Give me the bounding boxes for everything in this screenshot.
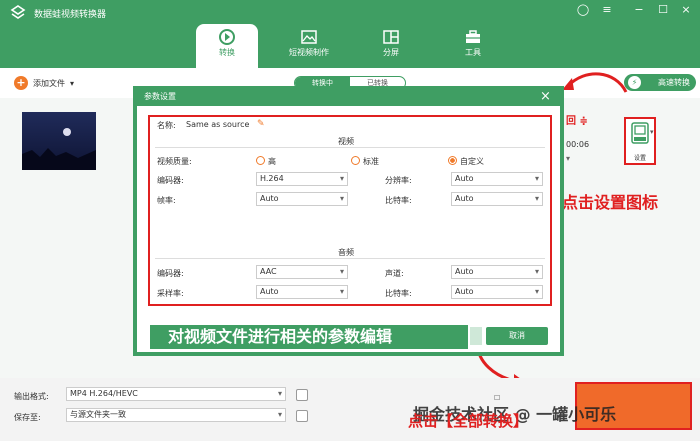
channel-label: 声道:: [385, 269, 404, 278]
chevron-down-icon: ▾: [70, 78, 75, 88]
divider: [155, 258, 545, 259]
resolution-select[interactable]: Auto: [451, 172, 543, 186]
image-icon: [301, 30, 317, 44]
tab-tools[interactable]: 工具: [442, 24, 504, 68]
cancel-button[interactable]: 取消: [486, 327, 548, 345]
output-format-select[interactable]: MP4 H.264/HEVC: [66, 387, 286, 401]
format-settings-icon[interactable]: [296, 389, 308, 401]
fast-convert-label: 高速转换: [658, 78, 690, 87]
quality-label: 视频质量:: [157, 157, 192, 166]
divider: [155, 147, 545, 148]
confirm-button[interactable]: [470, 327, 482, 345]
tab-split-screen-label: 分屏: [383, 48, 399, 57]
annotation-arrow-icon: [562, 72, 628, 93]
video-bitrate-label: 比特率:: [385, 196, 412, 205]
convert-icon: [219, 29, 235, 45]
minimize-icon[interactable]: −: [632, 3, 646, 17]
video-thumbnail[interactable]: [22, 112, 96, 170]
name-value[interactable]: Same as source: [186, 120, 249, 129]
settings-icon[interactable]: [629, 121, 651, 147]
toolbox-icon: [466, 30, 480, 43]
quality-standard-radio[interactable]: [351, 156, 360, 165]
dialog-close-icon[interactable]: ×: [540, 89, 551, 104]
quality-custom-radio[interactable]: [448, 156, 457, 165]
video-encoder-label: 编码器:: [157, 176, 184, 185]
quality-standard-label: 标准: [363, 157, 379, 166]
callout-settings: 点击设置图标: [562, 193, 659, 212]
framerate-select[interactable]: Auto: [256, 192, 348, 206]
plus-icon: +: [14, 76, 28, 90]
quality-high-radio[interactable]: [256, 156, 265, 165]
video-bitrate-select[interactable]: Auto: [451, 192, 543, 206]
video-encoder-select[interactable]: H.264: [256, 172, 348, 186]
settings-label: 设置: [633, 155, 646, 162]
output-format-label: 输出格式:: [14, 392, 49, 401]
tab-tools-label: 工具: [465, 48, 481, 57]
split-screen-icon: [383, 30, 399, 44]
folder-icon[interactable]: [296, 410, 308, 422]
edit-icon[interactable]: ✎: [257, 119, 265, 129]
audio-bitrate-select[interactable]: Auto: [451, 285, 543, 299]
minimize-menu-icon[interactable]: ≡: [600, 3, 614, 17]
close-icon[interactable]: ×: [679, 3, 693, 17]
settings-dropdown-icon[interactable]: ▾: [650, 128, 654, 136]
audio-encoder-label: 编码器:: [157, 269, 184, 278]
channel-select[interactable]: Auto: [451, 265, 543, 279]
name-label: 名称:: [157, 121, 176, 130]
item-format-dropdown-icon[interactable]: ▾: [566, 154, 586, 168]
tab-short-video[interactable]: 短视频制作: [278, 24, 340, 68]
callout-edit-params: 对视频文件进行相关的参数编辑: [150, 325, 468, 349]
audio-section-heading: 音频: [338, 248, 354, 257]
framerate-label: 帧率:: [157, 196, 176, 205]
save-to-select[interactable]: 与源文件夹一致: [66, 408, 286, 422]
add-file-button[interactable]: + 添加文件 ▾: [14, 75, 74, 91]
audio-encoder-select[interactable]: AAC: [256, 265, 348, 279]
resolution-label: 分辨率:: [385, 176, 412, 185]
quality-high-label: 高: [268, 157, 276, 166]
item-actions-icon[interactable]: 回 ≑: [566, 112, 588, 127]
callout-convert-all: 点击【全部转换】: [408, 412, 529, 430]
tab-split-screen[interactable]: 分屏: [360, 24, 422, 68]
add-file-label: 添加文件: [33, 78, 65, 88]
audio-bitrate-label: 比特率:: [385, 289, 412, 298]
output-duration: 00:06: [566, 140, 590, 149]
samplerate-select[interactable]: Auto: [256, 285, 348, 299]
quality-custom-label: 自定义: [460, 157, 484, 166]
thumbnail-image: [22, 128, 96, 170]
tab-convert[interactable]: 转换: [196, 24, 258, 68]
tab-short-video-label: 短视频制作: [289, 48, 329, 57]
save-to-label: 保存至:: [14, 413, 41, 422]
video-section-heading: 视频: [338, 137, 354, 146]
samplerate-label: 采样率:: [157, 289, 184, 298]
fast-convert-button[interactable]: ⚡ 高速转换: [624, 74, 696, 91]
dialog-title: 参数设置: [144, 92, 176, 101]
maximize-icon[interactable]: ☐: [656, 3, 670, 17]
tab-convert-label: 转换: [219, 48, 235, 57]
menu-icon[interactable]: ◯: [576, 3, 590, 17]
app-title: 数据蛙视频转换器: [34, 10, 107, 20]
app-logo-icon: [10, 5, 26, 19]
